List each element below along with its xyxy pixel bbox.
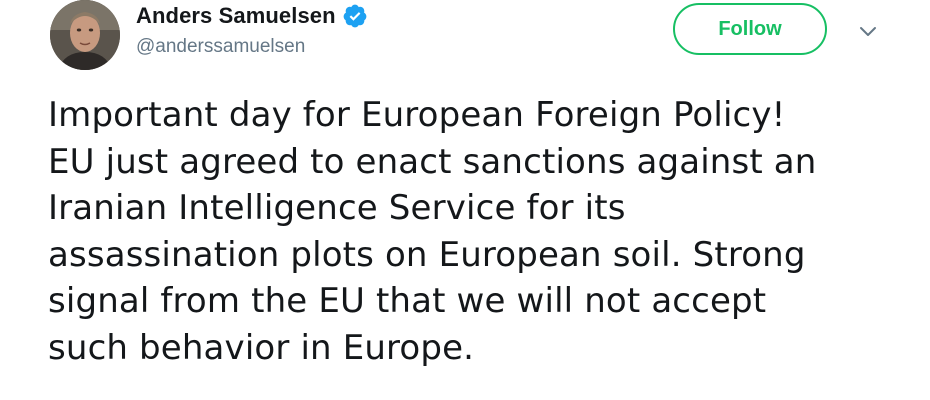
tweet-card: Anders Samuelsen @anderssamuelsen Follow… [0, 0, 930, 400]
author-name-row: Anders Samuelsen [136, 0, 368, 32]
chevron-down-icon[interactable] [856, 22, 880, 42]
author-handle[interactable]: @anderssamuelsen [136, 36, 305, 58]
verified-badge-icon [343, 4, 367, 28]
author-avatar[interactable] [50, 0, 120, 70]
follow-button[interactable]: Follow [673, 3, 827, 55]
person-photo-icon [50, 0, 120, 70]
author-display-name[interactable]: Anders Samuelsen [136, 3, 336, 29]
tweet-text: Important day for European Foreign Polic… [48, 95, 817, 368]
